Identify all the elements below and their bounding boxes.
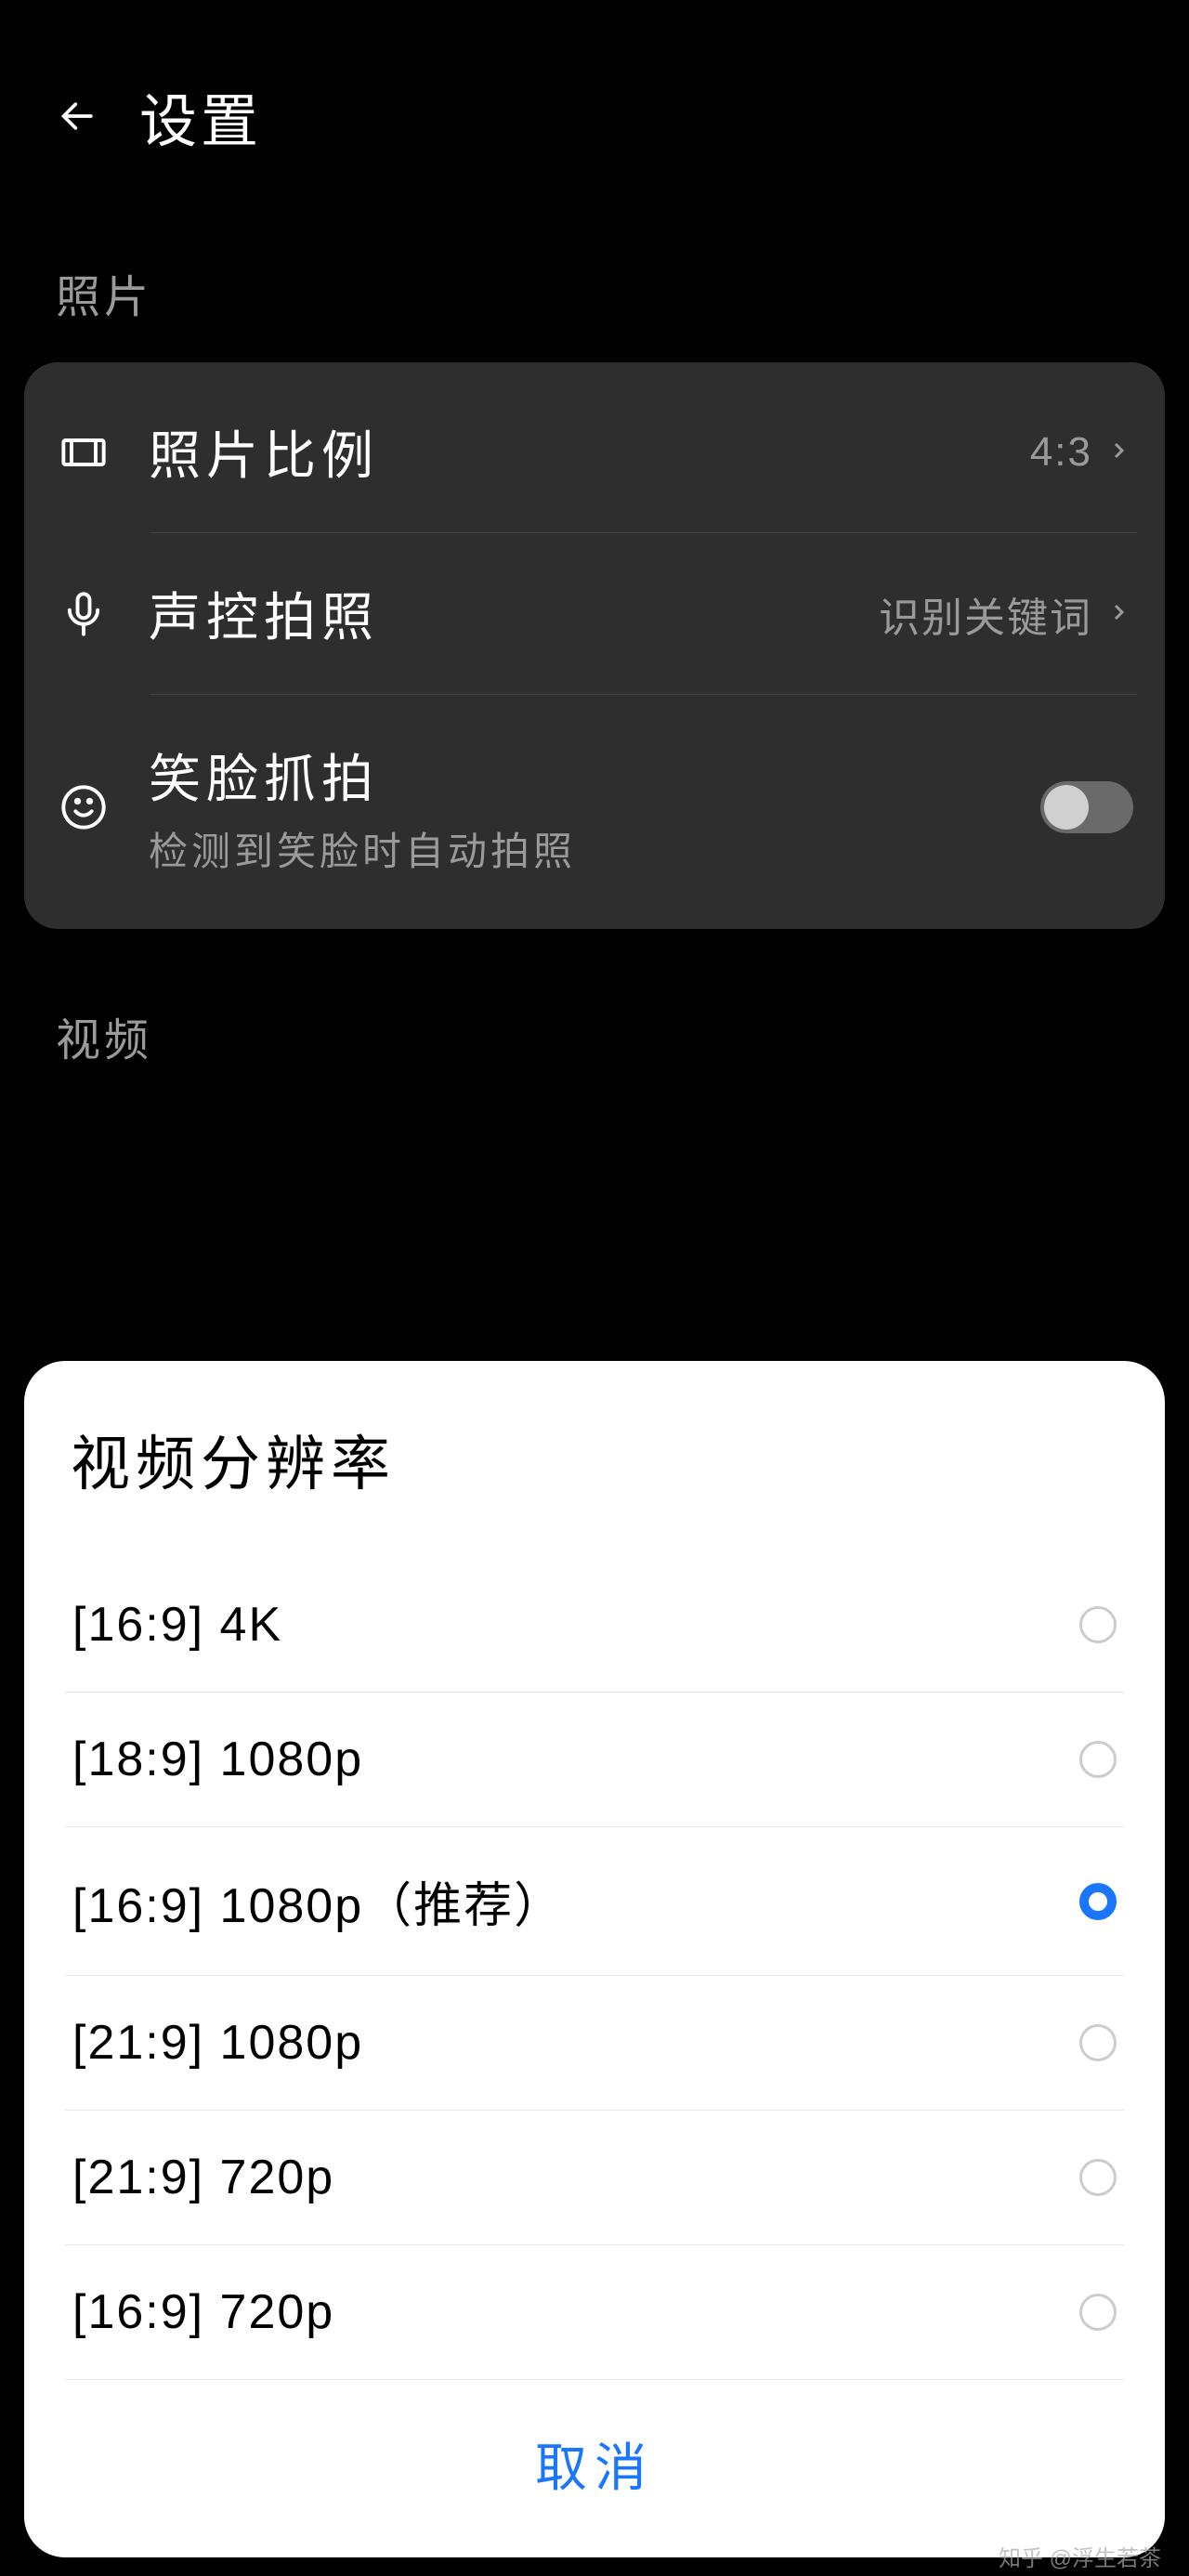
row-title: 照片比例 [149,414,1030,490]
smile-toggle[interactable] [1040,781,1133,833]
row-subtitle: 检测到笑脸时自动拍照 [149,820,1040,877]
back-icon[interactable] [56,93,102,139]
option-label: [16:9] 4K [72,1597,282,1653]
section-label-photo: 照片 [0,195,1189,353]
option-label: [16:9] 720p [72,2284,334,2340]
radio-unselected-icon [1079,2159,1117,2196]
row-photo-ratio[interactable]: 照片比例 4:3 [24,372,1165,532]
chevron-right-icon [1107,439,1133,465]
page-title: 设置 [139,74,262,158]
option-label: [21:9] 720p [72,2150,334,2205]
resolution-dialog: 视频分辨率 [16:9] 4K [18:9] 1080p [16:9] 1080… [24,1361,1165,2557]
radio-unselected-icon [1079,2294,1117,2331]
toggle-knob [1044,785,1089,830]
row-smile-capture[interactable]: 笑脸抓拍 检测到笑脸时自动拍照 [24,695,1165,920]
option-21-9-720p[interactable]: [21:9] 720p [65,2111,1124,2245]
option-21-9-1080p[interactable]: [21:9] 1080p [65,1976,1124,2111]
section-label-video: 视频 [0,938,1189,1096]
cancel-button[interactable]: 取消 [65,2380,1124,2520]
option-label: [18:9] 1080p [72,1732,363,1787]
option-label: [21:9] 1080p [72,2015,363,2071]
row-title: 声控拍照 [149,576,879,651]
dialog-title: 视频分辨率 [65,1417,1124,1502]
row-value: 识别关键词 [879,584,1092,644]
option-16-9-720p[interactable]: [16:9] 720p [65,2245,1124,2380]
option-18-9-1080p[interactable]: [18:9] 1080p [65,1693,1124,1827]
option-label: [16:9] 1080p（推荐） [72,1866,564,1936]
row-voice-shutter[interactable]: 声控拍照 识别关键词 [24,533,1165,694]
radio-unselected-icon [1079,1741,1117,1778]
smile-icon [56,779,111,835]
radio-selected-icon [1079,1883,1117,1920]
row-value: 4:3 [1030,429,1092,476]
aspect-ratio-icon [56,425,111,480]
header: 设置 [0,0,1189,195]
watermark: 知乎 @浮生若茶 [999,2540,1161,2572]
settings-card-photo: 照片比例 4:3 声控拍照 识别关键词 [24,362,1165,929]
radio-unselected-icon [1079,2024,1117,2061]
option-4k[interactable]: [16:9] 4K [65,1558,1124,1693]
chevron-right-icon [1107,601,1133,627]
microphone-icon [56,586,111,642]
row-title: 笑脸抓拍 [149,738,1040,813]
radio-unselected-icon [1079,1606,1117,1643]
option-16-9-1080p[interactable]: [16:9] 1080p（推荐） [65,1827,1124,1976]
